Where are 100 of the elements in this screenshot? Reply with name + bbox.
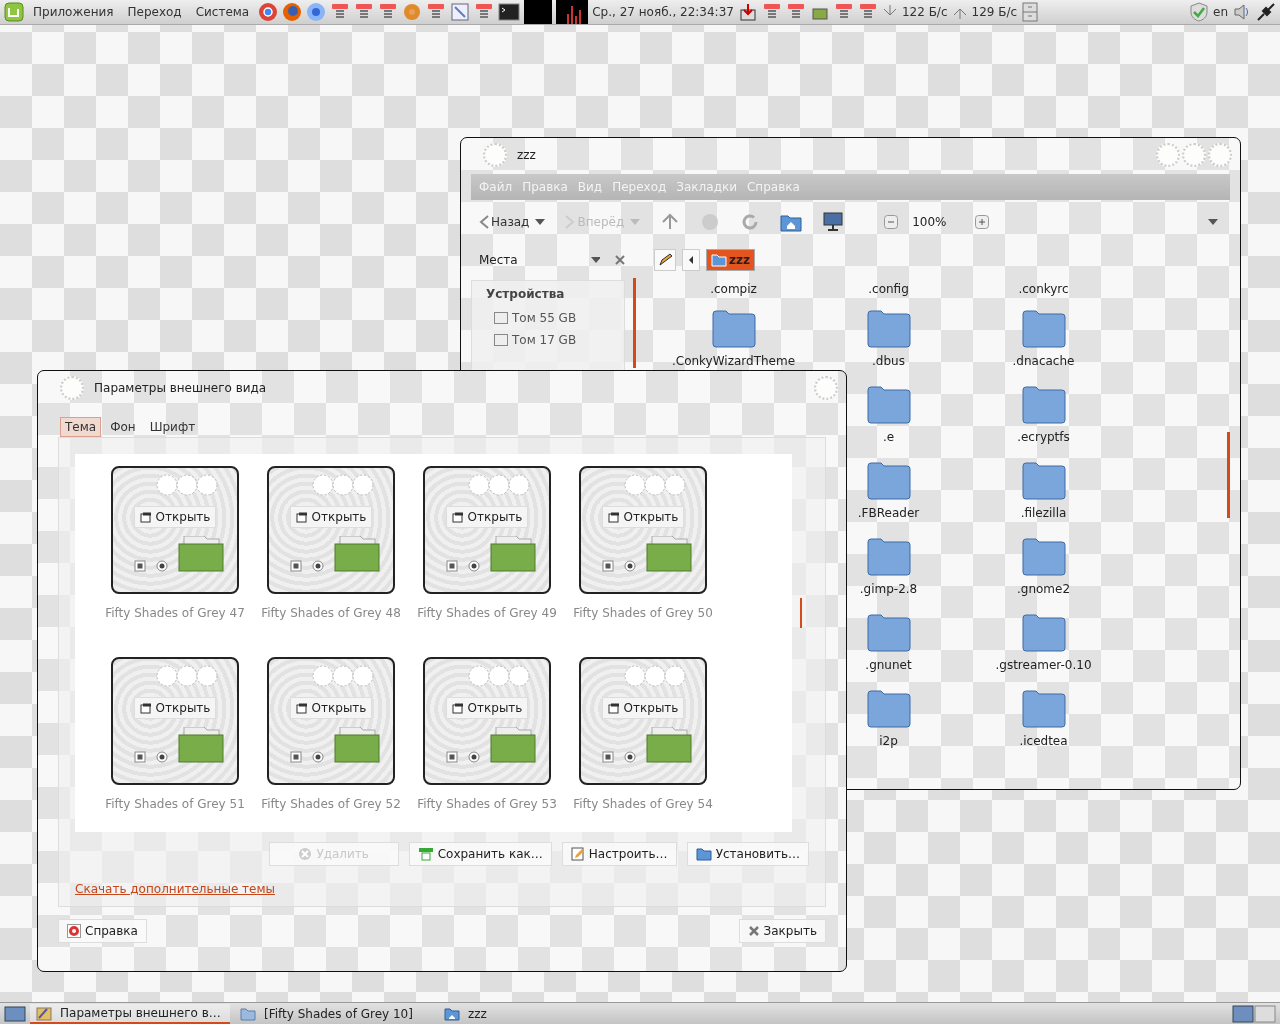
theme-name[interactable]: Fifty Shades of Grey 49 [417, 606, 557, 620]
file-name[interactable]: .gimp-2.8 [859, 582, 918, 596]
taskbar-button[interactable]: [Fifty Shades of Grey 10] [234, 1003, 434, 1024]
theme-name[interactable]: Fifty Shades of Grey 53 [417, 797, 557, 811]
file-name[interactable]: .dbus [872, 354, 905, 368]
clock[interactable]: Ср., 27 нояб., 22:34:37 [592, 5, 734, 19]
file-name[interactable]: .conkyrc [1018, 282, 1069, 296]
theme-preview[interactable]: Открыть [111, 657, 239, 785]
computer-icon[interactable] [822, 212, 845, 232]
file-name[interactable]: .gnome2 [1016, 582, 1071, 596]
file-name[interactable]: .ecryptfs [1017, 430, 1070, 444]
file-name[interactable]: .ConkyWizardTheme [671, 354, 796, 368]
zoom-level: 100% [912, 215, 947, 229]
theme-name[interactable]: Fifty Shades of Grey 48 [261, 606, 401, 620]
folder-icon[interactable] [866, 462, 911, 500]
folder-icon[interactable] [711, 310, 756, 348]
scrollbar-thumb[interactable] [1227, 432, 1230, 518]
sidebar-item[interactable]: Том 17 GB [512, 333, 577, 347]
theme-name[interactable]: Fifty Shades of Grey 47 [105, 606, 245, 620]
sidebar-item[interactable]: Том 55 GB [512, 311, 577, 325]
terminal-icon[interactable] [498, 2, 521, 22]
download-icon[interactable] [737, 2, 758, 22]
folder-icon[interactable] [1021, 538, 1066, 576]
stack-icon [451, 511, 464, 523]
plug-icon[interactable] [1256, 2, 1276, 22]
file-name[interactable]: i2p [879, 734, 898, 748]
theme-preview[interactable]: Открыть [111, 466, 239, 594]
file-name[interactable]: .e [882, 430, 895, 444]
theme-name[interactable]: Fifty Shades of Grey 54 [573, 797, 713, 811]
folder-icon[interactable] [866, 614, 911, 652]
browser-icon[interactable] [258, 2, 279, 22]
desktop-icon[interactable] [4, 1004, 26, 1023]
upload-speed: 129 Б/с [971, 5, 1018, 19]
browser-icon[interactable] [282, 2, 303, 22]
tab[interactable]: Тема [60, 417, 102, 437]
tab[interactable]: Шрифт [144, 417, 201, 437]
back-button[interactable]: Назад [479, 215, 530, 229]
scrollbar-thumb[interactable] [633, 278, 636, 368]
caret-icon[interactable] [591, 256, 601, 264]
help-button[interactable]: Справка [58, 919, 147, 943]
folder-icon[interactable] [1021, 690, 1066, 728]
theme-preview[interactable]: Открыть [423, 657, 551, 785]
download-themes-link[interactable]: Скачать дополнительные темы [75, 882, 275, 896]
action-button[interactable]: Сохранить как… [408, 842, 552, 866]
folder-icon[interactable] [1021, 614, 1066, 652]
file-name[interactable]: .gstreamer-0.10 [995, 658, 1092, 672]
leaf-logo-icon[interactable] [4, 2, 24, 22]
theme-preview[interactable]: Открыть [267, 466, 395, 594]
drive-icon [494, 334, 508, 346]
tab[interactable]: Фон [105, 417, 141, 437]
theme-preview[interactable]: Открыть [267, 657, 395, 785]
theme-name[interactable]: Fifty Shades of Grey 52 [261, 797, 401, 811]
preview-button: Открыть [289, 506, 373, 528]
radio-icon [156, 560, 168, 572]
cabinet-icon[interactable] [1021, 2, 1040, 22]
file-name[interactable]: .gnunet [865, 658, 912, 672]
zoom-in-icon[interactable] [974, 215, 989, 229]
close-icon[interactable] [614, 254, 625, 266]
folder-icon[interactable] [1021, 462, 1066, 500]
file-name[interactable]: .compiz [710, 282, 757, 296]
folder-icon[interactable] [1021, 310, 1066, 348]
scrollbar-thumb[interactable] [800, 598, 802, 628]
panel-menu[interactable]: Переход [122, 5, 187, 19]
theme-name[interactable]: Fifty Shades of Grey 50 [573, 606, 713, 620]
theme-preview[interactable]: Открыть [423, 466, 551, 594]
file-name[interactable]: .filezilla [1020, 506, 1067, 520]
action-button[interactable]: Настроить… [561, 842, 677, 866]
taskbar-button[interactable]: Параметры внешнего в… [30, 1003, 230, 1024]
workspace-switcher[interactable] [1232, 1004, 1276, 1023]
radio-icon [312, 560, 324, 572]
browser-icon[interactable] [306, 2, 327, 22]
panel-menu[interactable]: Система [190, 5, 255, 19]
folder-icon [240, 1006, 256, 1021]
path-button[interactable]: zzz [706, 249, 755, 271]
folder-icon[interactable] [1021, 386, 1066, 424]
file-name[interactable]: .icedtea [1019, 734, 1068, 748]
zoom-out-icon[interactable] [884, 215, 899, 229]
shield-check-icon[interactable] [1189, 2, 1209, 22]
checkbox-icon [290, 751, 302, 763]
file-name[interactable]: .FBReader [857, 506, 920, 520]
caret-icon[interactable] [535, 218, 546, 226]
home-folder-icon[interactable] [780, 212, 803, 232]
folder-icon[interactable] [866, 690, 911, 728]
theme-preview[interactable]: Открыть [579, 466, 707, 594]
panel-menu[interactable]: Приложения [28, 5, 119, 19]
action-button[interactable]: Установить… [686, 842, 809, 866]
places-dropdown[interactable]: Места [479, 253, 578, 267]
caret-icon[interactable] [1208, 218, 1218, 226]
theme-name[interactable]: Fifty Shades of Grey 51 [105, 797, 245, 811]
keyboard-layout[interactable]: en [1213, 5, 1228, 19]
file-name[interactable]: .config [868, 282, 909, 296]
close-dialog-button[interactable]: Закрыть [738, 919, 826, 943]
folder-icon[interactable] [866, 310, 911, 348]
taskbar-button[interactable]: zzz [438, 1003, 638, 1024]
pencil-icon[interactable] [654, 249, 676, 271]
folder-icon[interactable] [866, 386, 911, 424]
file-name[interactable]: .dnacache [1012, 354, 1075, 368]
folder-icon[interactable] [866, 538, 911, 576]
folder-icon [646, 536, 692, 572]
theme-preview[interactable]: Открыть [579, 657, 707, 785]
